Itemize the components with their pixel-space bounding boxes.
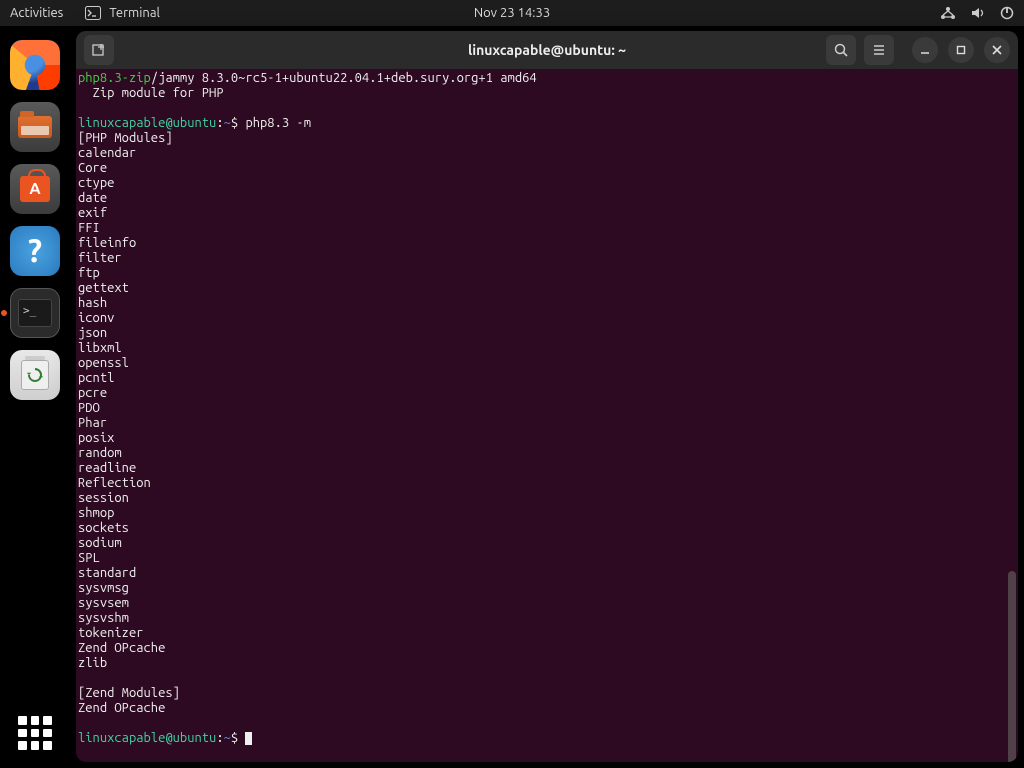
prompt-user: linuxcapable@ubuntu — [78, 731, 216, 745]
trash-icon[interactable] — [10, 350, 60, 400]
power-icon[interactable] — [1000, 6, 1014, 20]
current-app-indicator[interactable]: Terminal — [85, 6, 160, 20]
top-panel: Activities Terminal Nov 23 14:33 — [0, 0, 1024, 26]
section-header: [Zend Modules] — [78, 686, 180, 700]
dock: ? >_ — [0, 26, 70, 768]
maximize-button[interactable] — [948, 37, 974, 63]
search-button[interactable] — [826, 35, 856, 65]
volume-icon[interactable] — [970, 6, 986, 20]
software-store-icon[interactable] — [10, 164, 60, 214]
hamburger-menu-button[interactable] — [864, 35, 894, 65]
package-version: /jammy 8.3.0~rc5-1+ubuntu22.04.1+deb.sur… — [151, 71, 537, 85]
minimize-button[interactable] — [912, 37, 938, 63]
show-applications-icon[interactable] — [18, 716, 52, 750]
current-app-name: Terminal — [109, 6, 160, 20]
activities-button[interactable]: Activities — [10, 6, 63, 20]
package-name: php8.3-zip — [78, 71, 151, 85]
cursor — [245, 732, 252, 745]
section-header: [PHP Modules] — [78, 131, 173, 145]
terminal-small-icon — [85, 6, 101, 20]
help-icon[interactable]: ? — [10, 226, 60, 276]
files-icon[interactable] — [10, 102, 60, 152]
command-text: php8.3 -m — [245, 116, 311, 130]
close-button[interactable] — [984, 37, 1010, 63]
window-title: linuxcapable@ubuntu: ~ — [468, 42, 626, 58]
firefox-icon[interactable] — [10, 40, 60, 90]
terminal-output[interactable]: php8.3-zip/jammy 8.3.0~rc5-1+ubuntu22.04… — [76, 69, 1018, 762]
prompt-user: linuxcapable@ubuntu — [78, 116, 216, 130]
network-icon[interactable] — [940, 6, 956, 20]
terminal-window: linuxcapable@ubuntu: ~ php8.3-zip/jammy … — [76, 31, 1018, 762]
module-list: calendar Core ctype date exif FFI filein… — [78, 146, 165, 670]
new-tab-button[interactable] — [84, 35, 114, 65]
clock[interactable]: Nov 23 14:33 — [474, 6, 550, 20]
scrollbar-thumb[interactable] — [1008, 571, 1016, 762]
window-titlebar[interactable]: linuxcapable@ubuntu: ~ — [76, 31, 1018, 69]
package-description: Zip module for PHP — [78, 86, 224, 100]
zend-module-list: Zend OPcache — [78, 701, 165, 715]
terminal-dock-icon[interactable]: >_ — [10, 288, 60, 338]
